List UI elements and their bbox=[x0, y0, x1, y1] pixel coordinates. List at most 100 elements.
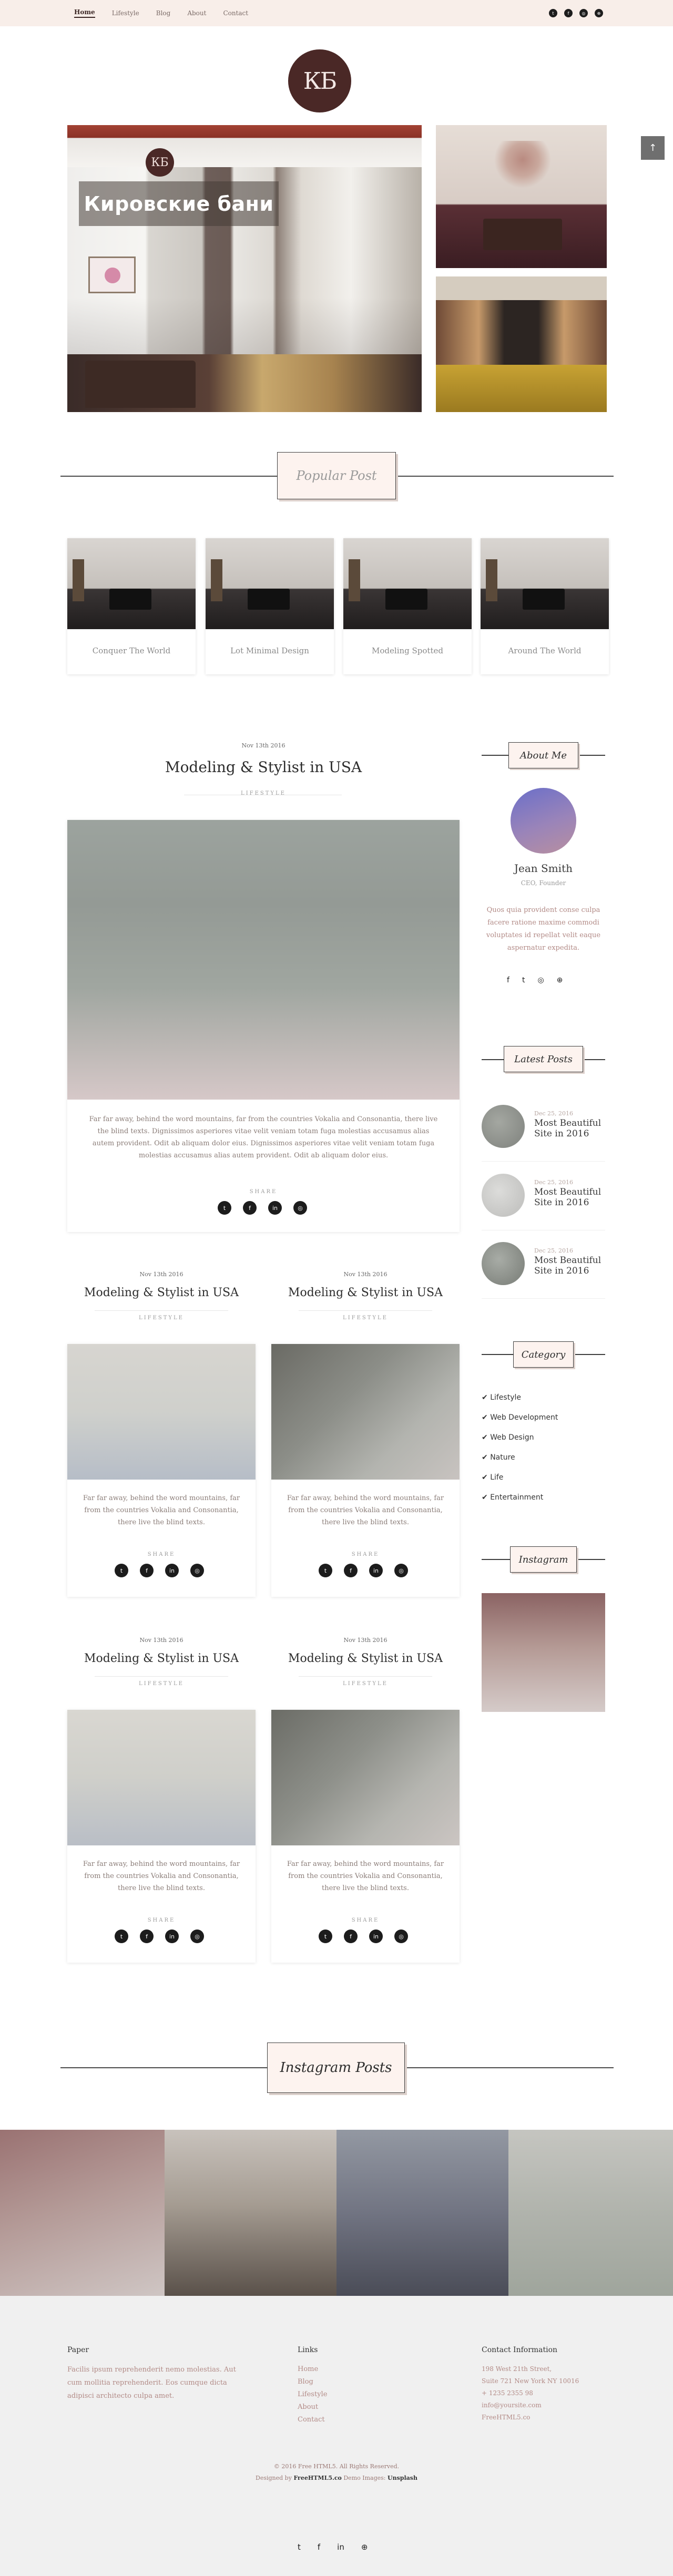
twitter-icon[interactable]: t bbox=[319, 1930, 332, 1943]
instagram-icon[interactable]: ◎ bbox=[190, 1564, 204, 1577]
contact-address-line: 198 West 21th Street, bbox=[482, 2365, 552, 2373]
instagram-post-image[interactable] bbox=[165, 2130, 336, 2296]
post-title[interactable]: Modeling & Stylist in USA bbox=[67, 758, 460, 776]
instagram-icon[interactable]: ◎ bbox=[579, 9, 588, 17]
hero-image-ceiling bbox=[67, 125, 422, 167]
popular-card-title[interactable]: Around The World bbox=[481, 646, 609, 655]
linkedin-icon[interactable]: in bbox=[165, 1930, 179, 1943]
nav-item-lifestyle[interactable]: Lifestyle bbox=[112, 9, 139, 17]
post-category[interactable]: LIFESTYLE bbox=[271, 1681, 460, 1687]
facebook-icon[interactable]: f bbox=[564, 9, 573, 17]
instagram-icon[interactable]: ◎ bbox=[394, 1564, 408, 1577]
footer-link-home[interactable]: Home bbox=[298, 2363, 327, 2376]
category-item[interactable]: ✔ Entertainment bbox=[482, 1487, 558, 1507]
popular-card[interactable]: Conquer The World bbox=[67, 538, 196, 674]
instagram-post-image[interactable] bbox=[0, 2130, 165, 2296]
scroll-to-top-button[interactable]: ↑ bbox=[641, 136, 665, 160]
instagram-icon[interactable]: ◎ bbox=[394, 1930, 408, 1943]
facebook-icon[interactable]: f bbox=[243, 1201, 257, 1215]
facebook-icon[interactable]: f bbox=[140, 1930, 154, 1943]
category-label: Nature bbox=[490, 1453, 515, 1462]
post-title[interactable]: Modeling & Stylist in USA bbox=[67, 1652, 256, 1665]
dribbble-icon[interactable]: ⊕ bbox=[595, 9, 603, 17]
nav-item-blog[interactable]: Blog bbox=[156, 9, 171, 17]
twitter-icon[interactable]: t bbox=[115, 1930, 128, 1943]
linkedin-icon[interactable]: in bbox=[165, 1564, 179, 1577]
post-excerpt: Far far away, behind the word mountains,… bbox=[287, 1860, 444, 1892]
popular-card-title[interactable]: Lot Minimal Design bbox=[206, 646, 334, 655]
category-item[interactable]: ✔ Life bbox=[482, 1467, 558, 1487]
dribbble-icon[interactable]: ⊕ bbox=[361, 2542, 368, 2552]
twitter-icon[interactable]: t bbox=[115, 1564, 128, 1577]
footer-link-contact[interactable]: Contact bbox=[298, 2414, 327, 2426]
site-logo[interactable]: КБ bbox=[288, 49, 351, 112]
post-category[interactable]: LIFESTYLE bbox=[67, 1315, 256, 1321]
popular-card-image bbox=[343, 538, 472, 629]
instagram-post-image[interactable] bbox=[336, 2130, 508, 2296]
post-category[interactable]: LIFESTYLE bbox=[67, 1681, 256, 1687]
hero-side-image-top[interactable] bbox=[436, 125, 607, 268]
facebook-icon[interactable]: f bbox=[344, 1564, 358, 1577]
latest-post-title[interactable]: Most Beautiful Site in 2016 bbox=[534, 1187, 605, 1208]
contact-phone[interactable]: + 1235 2355 98 bbox=[482, 2387, 579, 2399]
linkedin-icon[interactable]: in bbox=[369, 1930, 383, 1943]
footer-link-lifestyle[interactable]: Lifestyle bbox=[298, 2388, 327, 2401]
credit-brand-link[interactable]: FreeHTML5.co bbox=[293, 2475, 341, 2481]
grid-post-image[interactable] bbox=[67, 1710, 256, 1845]
instagram-icon[interactable]: ◎ bbox=[190, 1930, 204, 1943]
category-divider bbox=[299, 1676, 432, 1677]
latest-post-item[interactable]: Dec 25, 2016 Most Beautiful Site in 2016 bbox=[482, 1104, 605, 1162]
post-date: Nov 13th 2016 bbox=[343, 1271, 388, 1278]
facebook-icon[interactable]: f bbox=[318, 2542, 320, 2552]
footer-link-blog[interactable]: Blog bbox=[298, 2376, 327, 2388]
contact-website[interactable]: FreeHTML5.co bbox=[482, 2411, 579, 2424]
popular-card[interactable]: Around The World bbox=[481, 538, 609, 674]
popular-card[interactable]: Lot Minimal Design bbox=[206, 538, 334, 674]
twitter-icon[interactable]: t bbox=[319, 1564, 332, 1577]
category-item[interactable]: ✔ Lifestyle bbox=[482, 1388, 558, 1408]
popular-card-title[interactable]: Conquer The World bbox=[67, 646, 196, 655]
grid-post-image[interactable] bbox=[271, 1344, 460, 1480]
nav-item-home[interactable]: Home bbox=[74, 8, 95, 18]
post-title[interactable]: Modeling & Stylist in USA bbox=[271, 1286, 460, 1299]
post-title[interactable]: Modeling & Stylist in USA bbox=[67, 1286, 256, 1299]
facebook-icon[interactable]: f bbox=[344, 1930, 358, 1943]
nav-item-about[interactable]: About bbox=[187, 9, 206, 17]
twitter-icon[interactable]: t bbox=[298, 2542, 301, 2552]
latest-post-title[interactable]: Most Beautiful Site in 2016 bbox=[534, 1118, 605, 1139]
latest-post-title[interactable]: Most Beautiful Site in 2016 bbox=[534, 1255, 605, 1276]
instagram-icon[interactable]: ◎ bbox=[293, 1201, 307, 1215]
contact-email[interactable]: info@yoursite.com bbox=[482, 2399, 579, 2411]
category-item[interactable]: ✔ Web Design bbox=[482, 1428, 558, 1448]
footer-link-about[interactable]: About bbox=[298, 2401, 327, 2414]
popular-card[interactable]: Modeling Spotted bbox=[343, 538, 472, 674]
facebook-icon[interactable]: f bbox=[507, 976, 509, 984]
credit-images-link[interactable]: Unsplash bbox=[388, 2475, 417, 2481]
instagram-post-image[interactable] bbox=[508, 2130, 673, 2296]
twitter-icon[interactable]: t bbox=[549, 9, 557, 17]
linkedin-icon[interactable]: in bbox=[337, 2542, 344, 2552]
latest-post-item[interactable]: Dec 25, 2016 Most Beautiful Site in 2016 bbox=[482, 1241, 605, 1299]
grid-post-image[interactable] bbox=[67, 1344, 256, 1480]
hero-side-image-bottom[interactable] bbox=[436, 276, 607, 412]
popular-card-title[interactable]: Modeling Spotted bbox=[343, 646, 472, 655]
linkedin-icon[interactable]: in bbox=[369, 1564, 383, 1577]
category-item[interactable]: ✔ Web Development bbox=[482, 1408, 558, 1428]
hero-slide[interactable] bbox=[67, 125, 422, 412]
linkedin-icon[interactable]: in bbox=[268, 1201, 282, 1215]
facebook-icon[interactable]: f bbox=[140, 1564, 154, 1577]
post-category[interactable]: LIFESTYLE bbox=[271, 1315, 460, 1321]
category-item[interactable]: ✔ Nature bbox=[482, 1448, 558, 1467]
twitter-icon[interactable]: t bbox=[218, 1201, 231, 1215]
featured-post-image[interactable] bbox=[67, 820, 460, 1100]
featured-post-card: Far far away, behind the word mountains,… bbox=[67, 820, 460, 1232]
instagram-sidebar-image[interactable] bbox=[482, 1593, 605, 1712]
latest-post-item[interactable]: Dec 25, 2016 Most Beautiful Site in 2016 bbox=[482, 1173, 605, 1230]
post-category[interactable]: LIFESTYLE bbox=[67, 791, 460, 796]
grid-post-image[interactable] bbox=[271, 1710, 460, 1845]
instagram-icon[interactable]: ◎ bbox=[537, 976, 544, 984]
post-title[interactable]: Modeling & Stylist in USA bbox=[271, 1652, 460, 1665]
dribbble-icon[interactable]: ⊕ bbox=[557, 976, 563, 984]
nav-item-contact[interactable]: Contact bbox=[223, 9, 248, 17]
twitter-icon[interactable]: t bbox=[522, 976, 525, 984]
